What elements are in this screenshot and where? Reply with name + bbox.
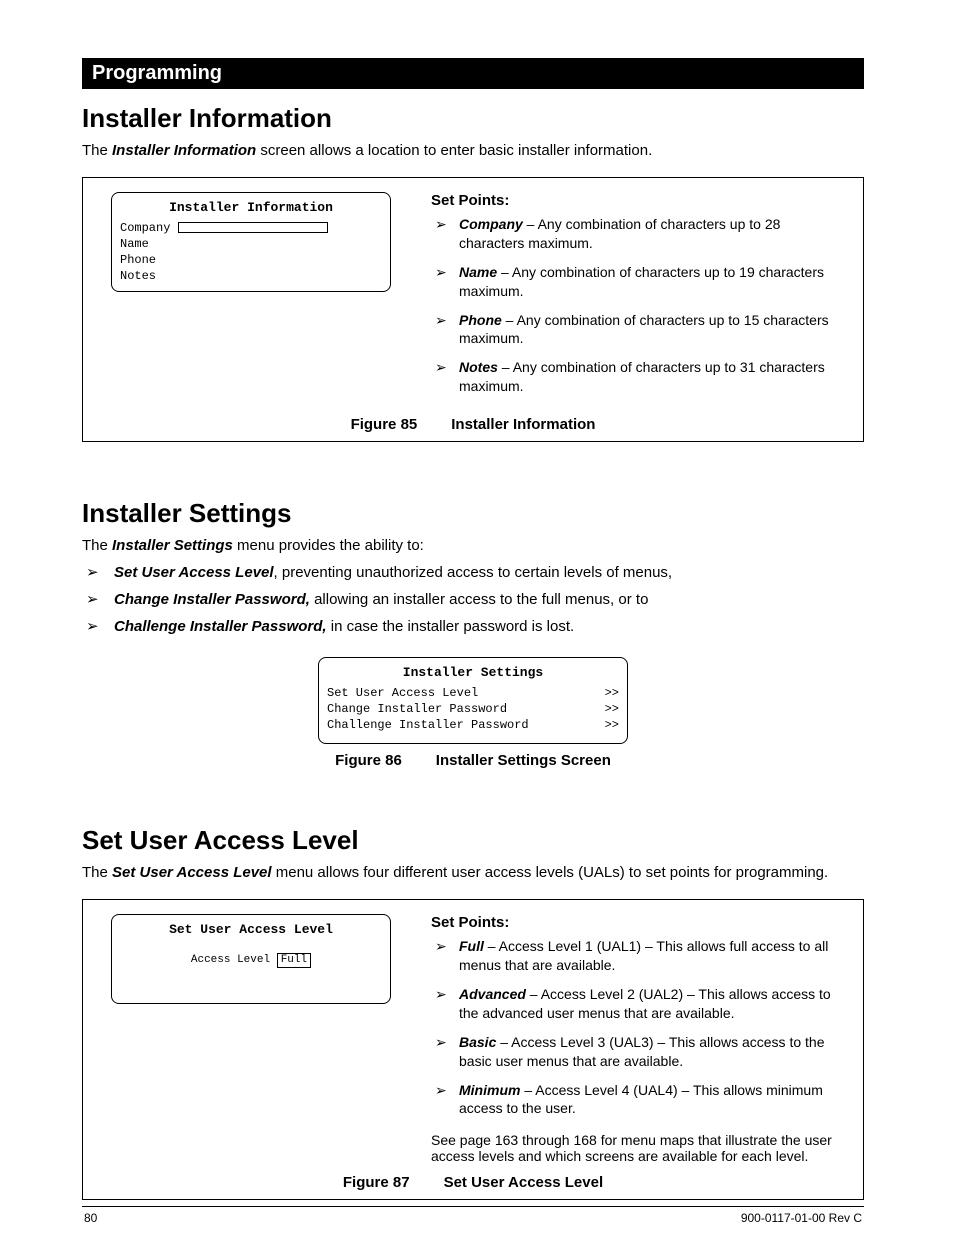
screen-title: Installer Settings (327, 664, 619, 682)
lead-installer-information: The Installer Information screen allows … (82, 142, 864, 159)
setpoints-heading: Set Points: (431, 914, 845, 931)
item-change-installer-password: Change Installer Password, allowing an i… (86, 589, 864, 616)
heading-installer-settings: Installer Settings (82, 498, 864, 529)
heading-set-user-access-level: Set User Access Level (82, 825, 864, 856)
page-number: 80 (84, 1211, 97, 1225)
menu-row-challenge-installer-password: Challenge Installer Password>> (327, 717, 619, 733)
setpoint-minimum: Minimum – Access Level 4 (UAL4) – This a… (431, 1081, 845, 1129)
section-banner: Programming (82, 58, 864, 89)
setpoint-basic: Basic – Access Level 3 (UAL3) – This all… (431, 1033, 845, 1081)
chevron-right-icon: >> (605, 717, 619, 733)
lead-pre: The (82, 142, 112, 159)
lead-post: screen allows a location to enter basic … (256, 142, 652, 159)
chevron-right-icon: >> (605, 685, 619, 701)
setpoint-company: Company – Any combination of characters … (431, 215, 845, 263)
screen-row-notes: Notes (120, 268, 382, 284)
company-input-box (178, 222, 328, 233)
menu-row-change-installer-password: Change Installer Password>> (327, 701, 619, 717)
access-level-footnote: See page 163 through 168 for menu maps t… (431, 1132, 845, 1164)
page-footer: 80 900-0117-01-00 Rev C (82, 1206, 864, 1225)
screen-row-phone: Phone (120, 252, 382, 268)
screen-row-company: Company (120, 220, 382, 236)
setpoints-list: Company – Any combination of characters … (431, 215, 845, 406)
screen-title: Set User Access Level (120, 921, 382, 939)
setpoint-notes: Notes – Any combination of characters up… (431, 358, 845, 406)
setpoint-name: Name – Any combination of characters up … (431, 263, 845, 311)
access-level-row: Access Level Full (120, 953, 382, 968)
figure-87-box: Set User Access Level Access Level Full … (82, 899, 864, 1200)
lead-term: Installer Information (112, 142, 256, 159)
figure-85-caption: Figure 85Installer Information (101, 416, 845, 433)
doc-revision: 900-0117-01-00 Rev C (741, 1211, 862, 1225)
screen-set-user-access-level: Set User Access Level Access Level Full (111, 914, 391, 1004)
setpoints-list: Full – Access Level 1 (UAL1) – This allo… (431, 937, 845, 1128)
chevron-right-icon: >> (605, 701, 619, 717)
screen-installer-settings: Installer Settings Set User Access Level… (318, 657, 628, 744)
setpoint-full: Full – Access Level 1 (UAL1) – This allo… (431, 937, 845, 985)
figure-86-caption: Figure 86Installer Settings Screen (82, 752, 864, 769)
setpoint-advanced: Advanced – Access Level 2 (UAL2) – This … (431, 985, 845, 1033)
item-challenge-installer-password: Challenge Installer Password, in case th… (86, 616, 864, 643)
menu-row-set-user-access-level: Set User Access Level>> (327, 685, 619, 701)
setpoint-phone: Phone – Any combination of characters up… (431, 311, 845, 359)
access-level-value: Full (277, 953, 311, 968)
installer-settings-list: Set User Access Level, preventing unauth… (82, 562, 864, 643)
screen-title: Installer Information (120, 199, 382, 217)
heading-installer-information: Installer Information (82, 103, 864, 134)
screen-row-name: Name (120, 236, 382, 252)
figure-87-caption: Figure 87Set User Access Level (101, 1174, 845, 1191)
setpoints-heading: Set Points: (431, 192, 845, 209)
item-set-user-access-level: Set User Access Level, preventing unauth… (86, 562, 864, 589)
figure-85-box: Installer Information Company Name Phone… (82, 177, 864, 442)
lead-set-user-access-level: The Set User Access Level menu allows fo… (82, 864, 864, 881)
lead-installer-settings: The Installer Settings menu provides the… (82, 537, 864, 554)
screen-installer-information: Installer Information Company Name Phone… (111, 192, 391, 292)
